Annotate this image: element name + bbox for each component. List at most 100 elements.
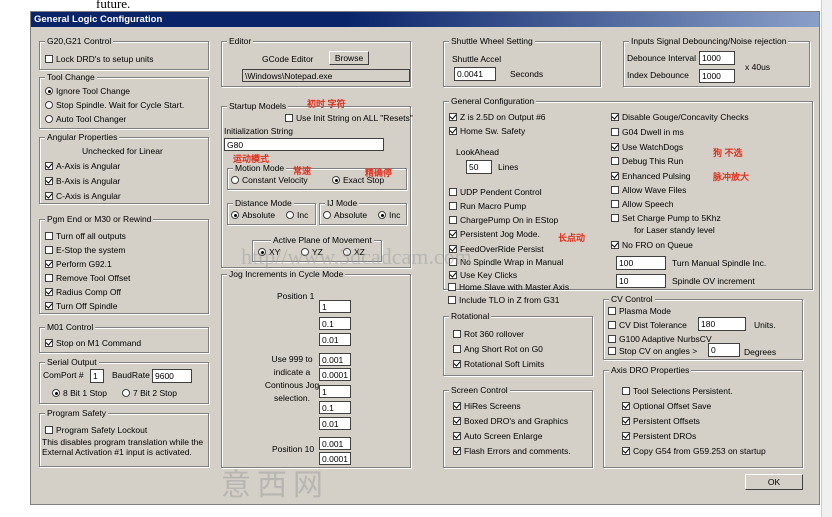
- estop-checkbox[interactable]: E-Stop the system: [45, 245, 125, 256]
- rot-soft-limits-checkbox[interactable]: Rotational Soft Limits: [453, 359, 544, 370]
- distance-absolute-radio[interactable]: Absolute: [231, 210, 275, 221]
- position-10-label: Position 10: [272, 444, 315, 454]
- run-macro-pump-checkbox[interactable]: Run Macro Pump: [449, 201, 526, 212]
- persistent-jog-checkbox[interactable]: Persistent Jog Mode.: [449, 229, 540, 240]
- set-charge-pump-checkbox[interactable]: Set Charge Pump to 5Khz: [611, 213, 721, 224]
- allow-speech-checkbox[interactable]: Allow Speech: [611, 199, 674, 210]
- baudrate-input[interactable]: 9600: [152, 369, 192, 383]
- shuttle-title: Shuttle Wheel Setting: [449, 36, 535, 46]
- plane-yz-radio[interactable]: YZ: [301, 247, 323, 258]
- ignore-tool-change-radio[interactable]: Ignore Tool Change: [45, 86, 130, 97]
- startup-title: Startup Models: [227, 101, 289, 111]
- spindle-ov-input[interactable]: 10: [616, 274, 666, 288]
- debug-run-checkbox[interactable]: Debug This Run: [611, 156, 683, 167]
- no-spindle-wrap-checkbox[interactable]: No Spindle Wrap in Manual: [449, 257, 563, 268]
- general-config-title: General Configuration: [449, 96, 537, 106]
- include-tlo-checkbox[interactable]: Include TLO in Z from G31: [448, 295, 559, 306]
- safety-lockout-checkbox[interactable]: Program Safety Lockout: [45, 425, 147, 436]
- 8bit-radio[interactable]: 8 Bit 1 Stop: [52, 388, 107, 399]
- jog-position-5-input[interactable]: 0.0001: [319, 368, 351, 381]
- plane-xy-radio[interactable]: XY: [258, 247, 280, 258]
- annotation-init-string: 初时 字符: [307, 99, 346, 109]
- stop-cv-input[interactable]: 0: [708, 343, 740, 357]
- jog-position-1-input[interactable]: 1: [319, 300, 351, 313]
- 7bit-radio[interactable]: 7 Bit 2 Stop: [122, 388, 177, 399]
- disable-gouge-checkbox[interactable]: Disable Gouge/Concavity Checks: [611, 112, 749, 123]
- copy-g54-checkbox[interactable]: Copy G54 from G59.253 on startup: [622, 446, 766, 457]
- g100-nurbs-checkbox[interactable]: G100 Adaptive NurbsCV: [608, 334, 712, 345]
- radius-comp-off-checkbox[interactable]: Radius Comp Off: [45, 287, 121, 298]
- jog-position-6-input[interactable]: 1: [319, 385, 351, 398]
- turn-off-spindle-checkbox[interactable]: Turn Off Spindle: [45, 301, 117, 312]
- tool-change-title: Tool Change: [45, 72, 97, 82]
- chargepump-estop-checkbox[interactable]: ChargePump On in EStop: [449, 215, 558, 226]
- angular-group: Angular Properties Unchecked for Linear …: [39, 132, 209, 204]
- lock-drd-checkbox[interactable]: Lock DRD's to setup units: [45, 54, 154, 65]
- distance-inc-radio[interactable]: Inc: [286, 210, 308, 221]
- optional-offset-checkbox[interactable]: Optional Offset Save: [622, 401, 711, 412]
- angular-title: Angular Properties: [45, 132, 120, 142]
- use-init-string-checkbox[interactable]: Use Init String on ALL "Resets": [285, 113, 413, 124]
- jog-position-10-input[interactable]: 0.0001: [319, 452, 351, 465]
- hires-checkbox[interactable]: HiRes Screens: [453, 401, 521, 412]
- g04-dwell-checkbox[interactable]: G04 Dwell in ms: [611, 127, 684, 138]
- remove-tool-offset-checkbox[interactable]: Remove Tool Offset: [45, 273, 130, 284]
- jog-position-9-input[interactable]: 0.001: [319, 437, 351, 450]
- jog-position-8-input[interactable]: 0.01: [319, 417, 351, 430]
- plane-xz-radio[interactable]: XZ: [343, 247, 365, 258]
- rotational-title: Rotational: [449, 311, 492, 321]
- turn-manual-spindle-input[interactable]: 100: [616, 256, 666, 270]
- angular-note: Unchecked for Linear: [82, 146, 163, 156]
- use-watchdogs-checkbox[interactable]: Use WatchDogs: [611, 142, 683, 153]
- jog-position-2-input[interactable]: 0.1: [319, 317, 351, 330]
- z25d-checkbox[interactable]: Z is 2.5D on Output #6: [449, 112, 546, 123]
- ij-inc-radio[interactable]: Inc: [378, 210, 400, 221]
- ij-absolute-radio[interactable]: Absolute: [323, 210, 367, 221]
- turn-manual-spindle-label: Turn Manual Spindle Inc.: [672, 258, 767, 268]
- cv-dist-checkbox[interactable]: CV Dist Tolerance: [608, 320, 687, 331]
- program-safety-title: Program Safety: [45, 408, 109, 418]
- stop-spindle-radio[interactable]: Stop Spindle. Wait for Cycle Start.: [45, 100, 184, 111]
- cv-dist-input[interactable]: 180: [698, 317, 746, 331]
- allow-wave-checkbox[interactable]: Allow Wave Files: [611, 185, 686, 196]
- auto-tool-changer-radio[interactable]: Auto Tool Changer: [45, 114, 126, 125]
- c-axis-checkbox[interactable]: C-Axis is Angular: [45, 191, 121, 202]
- flash-errors-checkbox[interactable]: Flash Errors and comments.: [453, 446, 571, 457]
- comport-input[interactable]: 1: [90, 369, 104, 383]
- feed-override-checkbox[interactable]: FeedOverRide Persist: [449, 244, 544, 255]
- jog-position-4-input[interactable]: 0.001: [319, 353, 351, 366]
- use-key-clicks-checkbox[interactable]: Use Key Clicks: [449, 270, 517, 281]
- lookahead-input[interactable]: 50: [466, 160, 492, 174]
- enhanced-pulsing-checkbox[interactable]: Enhanced Pulsing: [611, 171, 691, 182]
- home-slave-checkbox[interactable]: Home Slave with Master Axis: [448, 282, 569, 293]
- jog-position-7-input[interactable]: 0.1: [319, 401, 351, 414]
- page-scrollbar[interactable]: [821, 0, 832, 517]
- a-axis-checkbox[interactable]: A-Axis is Angular: [45, 161, 120, 172]
- stop-m1-checkbox[interactable]: Stop on M1 Command: [45, 338, 141, 349]
- index-debounce-label: Index Debounce: [627, 70, 689, 80]
- auto-enlarge-checkbox[interactable]: Auto Screen Enlarge: [453, 431, 542, 442]
- ok-button[interactable]: OK: [745, 474, 803, 490]
- debounce-interval-input[interactable]: 1000: [699, 51, 735, 65]
- stop-cv-checkbox[interactable]: Stop CV on angles >: [608, 346, 697, 357]
- index-debounce-input[interactable]: 1000: [699, 69, 735, 83]
- udp-pendent-checkbox[interactable]: UDP Pendent Control: [449, 187, 542, 198]
- persistent-dros-checkbox[interactable]: Persistent DROs: [622, 431, 696, 442]
- ang-short-rot-checkbox[interactable]: Ang Short Rot on G0: [453, 344, 543, 355]
- shuttle-accel-input[interactable]: 0.0041: [454, 67, 496, 81]
- rot360-checkbox[interactable]: Rot 360 rollover: [453, 329, 524, 340]
- init-string-input[interactable]: G80: [224, 138, 384, 151]
- no-fro-queue-checkbox[interactable]: No FRO on Queue: [611, 240, 693, 251]
- turn-off-outputs-checkbox[interactable]: Turn off all outputs: [45, 231, 126, 242]
- boxed-dros-checkbox[interactable]: Boxed DRO's and Graphics: [453, 416, 568, 427]
- persistent-offsets-checkbox[interactable]: Persistent Offsets: [622, 416, 700, 427]
- editor-group: Editor GCode Editor Browse \Windows\Note…: [221, 36, 411, 87]
- perform-g92-checkbox[interactable]: Perform G92.1: [45, 259, 112, 270]
- browse-button[interactable]: Browse: [329, 51, 369, 65]
- home-safety-checkbox[interactable]: Home Sw. Safety: [449, 126, 525, 137]
- tool-selections-checkbox[interactable]: Tool Selections Persistent.: [622, 386, 733, 397]
- jog-position-3-input[interactable]: 0.01: [319, 333, 351, 346]
- plasma-mode-checkbox[interactable]: Plasma Mode: [608, 306, 671, 317]
- b-axis-checkbox[interactable]: B-Axis is Angular: [45, 176, 120, 187]
- distance-mode-title: Distance Mode: [233, 198, 294, 208]
